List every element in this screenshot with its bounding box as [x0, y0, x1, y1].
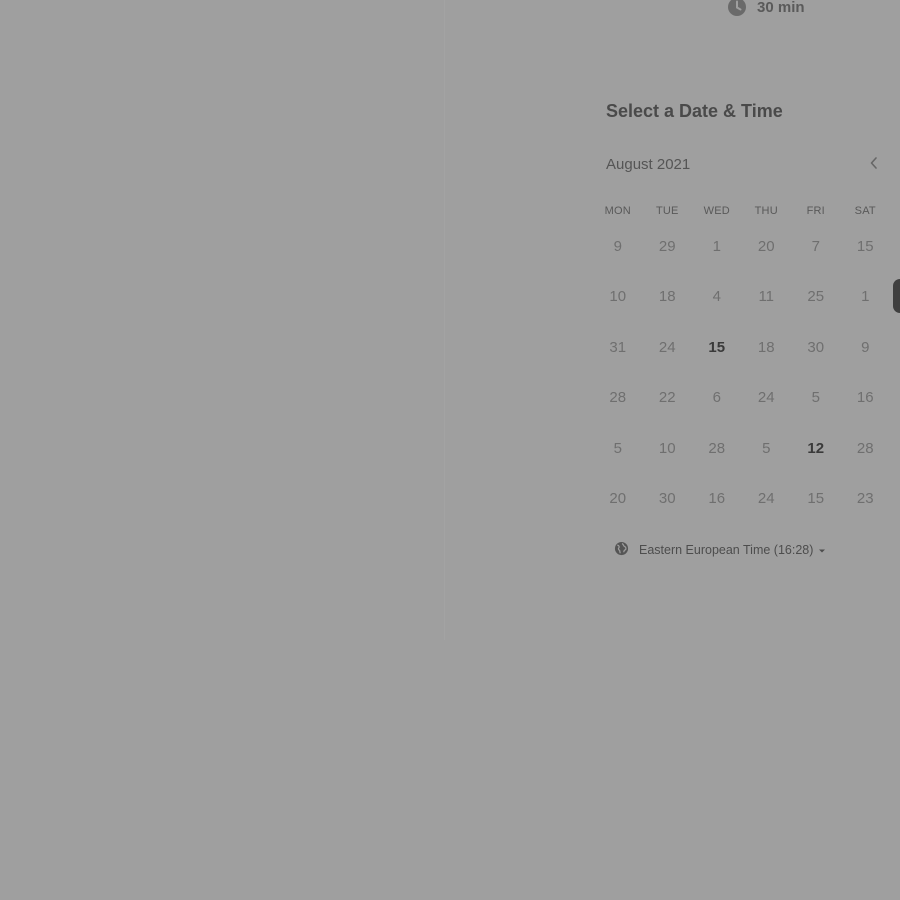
calendar-week-row: 10 18 4 11 25 1 — [593, 284, 890, 334]
scheduling-page: 30 min Select a Date & Time August 2021 … — [0, 0, 900, 900]
calendar-day: 5 — [613, 439, 622, 457]
calendar-day: 18 — [757, 338, 775, 356]
calendar-day: 24 — [757, 489, 775, 507]
calendar-day-available[interactable]: 15 — [692, 335, 742, 385]
duration-label: 30 min — [757, 0, 805, 16]
calendar-grid: MON TUE WED THU FRI SAT 9 29 1 20 7 15 10 18 4 11… — [593, 200, 890, 536]
calendar-day: 10 — [658, 439, 676, 457]
weekday-label: MON — [604, 205, 631, 217]
calendar-day: 6 — [712, 389, 721, 407]
weekday-label: THU — [754, 205, 778, 217]
calendar-week-row: 28 22 6 24 5 16 — [593, 385, 890, 435]
calendar-day: 9 — [613, 238, 622, 255]
timezone-label: Eastern European Time (16:28) — [639, 543, 814, 557]
calendar-day: 25 — [807, 288, 825, 306]
calendar-day-available[interactable]: 12 — [791, 436, 841, 486]
month-navigation: August 2021 — [606, 154, 886, 176]
calendar-weeks: 9 29 1 20 7 15 10 18 4 11 25 1 31 24 15 18 30 9 28 22 6 24 5 16… — [593, 234, 890, 536]
calendar-day: 22 — [658, 389, 676, 407]
month-label: August 2021 — [606, 156, 691, 173]
clock-icon — [727, 0, 747, 17]
calendar-day: 30 — [807, 338, 825, 356]
weekday-label: SAT — [854, 205, 876, 217]
calendar-day: 28 — [856, 439, 874, 457]
calendar-week-row: 20 30 16 24 15 23 — [593, 486, 890, 536]
calendar-day: 30 — [658, 489, 676, 507]
calendar-day: 28 — [609, 389, 627, 407]
calendar-day: 24 — [658, 338, 676, 356]
calendar-day: 16 — [708, 489, 726, 507]
calendar-week-row: 9 29 1 20 7 15 — [593, 234, 890, 284]
weekday-label: FRI — [806, 205, 825, 217]
weekday-label: TUE — [655, 205, 679, 217]
calendar-day: 1 — [861, 288, 870, 306]
calendar-day: 29 — [658, 238, 676, 255]
weekday-label: WED — [703, 205, 730, 217]
side-tab[interactable] — [893, 279, 900, 313]
calendar-day: 20 — [757, 238, 775, 255]
calendar-week-row: 5 10 28 5 12 28 — [593, 436, 890, 486]
calendar-day: 11 — [758, 288, 775, 306]
panel-divider — [444, 0, 445, 640]
caret-down-icon — [818, 543, 826, 557]
globe-icon — [614, 541, 629, 559]
calendar-day: 23 — [856, 489, 874, 507]
previous-month-button[interactable] — [864, 154, 884, 176]
calendar-day: 5 — [762, 439, 771, 457]
calendar-day: 28 — [708, 439, 726, 457]
calendar-day: 24 — [757, 389, 775, 407]
calendar-day: 5 — [811, 389, 820, 407]
calendar-day: 20 — [609, 489, 627, 507]
calendar-day: 7 — [811, 238, 820, 255]
event-duration: 30 min — [727, 0, 805, 17]
calendar-day: 1 — [712, 238, 721, 255]
calendar-day: 10 — [609, 288, 627, 306]
calendar-week-row: 31 24 15 18 30 9 — [593, 335, 890, 385]
calendar-day: 31 — [609, 338, 627, 356]
calendar-day: 16 — [856, 389, 874, 407]
calendar-day: 15 — [856, 238, 874, 255]
page-title: Select a Date & Time — [606, 101, 783, 121]
chevron-left-icon — [869, 156, 879, 175]
calendar-day: 15 — [807, 489, 825, 507]
timezone-selector[interactable]: Eastern European Time (16:28) — [614, 541, 826, 559]
calendar-day: 4 — [712, 288, 721, 306]
weekday-header: MON TUE WED THU FRI SAT — [593, 200, 890, 222]
calendar-day: 18 — [658, 288, 676, 306]
calendar-day: 9 — [861, 338, 870, 356]
